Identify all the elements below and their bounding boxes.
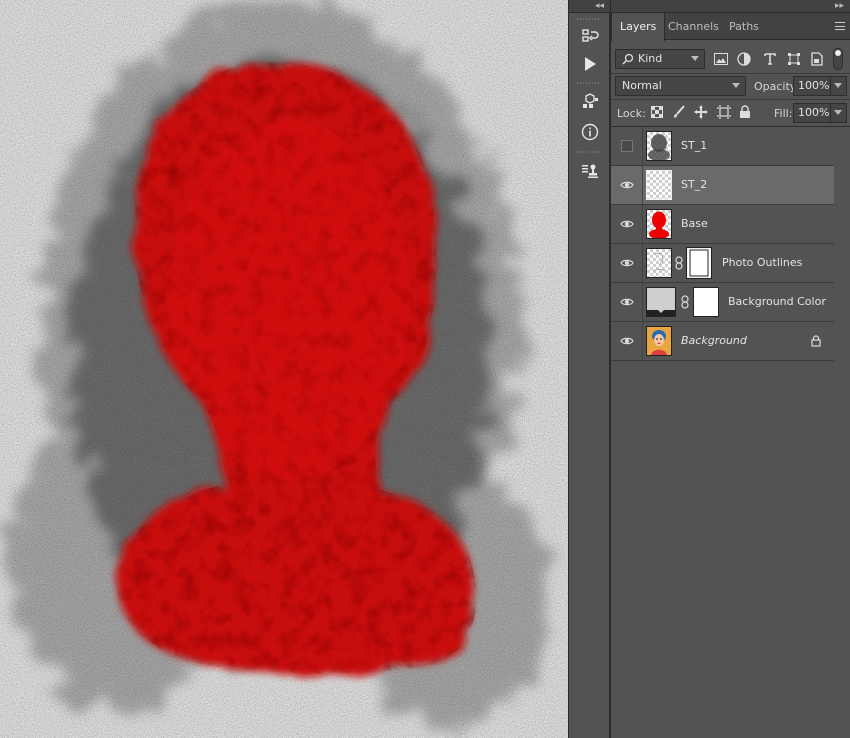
adjustment-filter-icon[interactable] [735,51,753,67]
dock-grip[interactable] [577,18,601,20]
layer-thumbnail [646,326,672,356]
link-icon[interactable] [681,295,689,309]
fill-label: Fill: [774,107,793,120]
shape-filter-icon[interactable] [785,51,803,67]
lock-transparent-icon[interactable] [648,104,666,120]
collapse-panel-button[interactable]: ▸▸ [611,0,850,13]
visibility-toggle[interactable] [611,322,643,360]
smart-object-filter-icon[interactable] [808,51,826,67]
blend-mode-dropdown[interactable]: Normal [615,76,746,96]
layer-thumbnail [646,248,672,278]
layer-thumbnail [646,131,672,161]
play-action-icon[interactable] [575,51,605,77]
layer-lock-icon [811,335,821,347]
history-icon[interactable] [575,24,605,50]
eye-icon [619,220,634,228]
separator [611,73,850,74]
eye-icon [619,259,634,267]
layer-name[interactable]: Base [681,205,708,243]
collapse-dock-button[interactable]: ◂◂ [569,0,610,13]
artwork-canvas-image [0,0,568,738]
eye-icon [619,181,634,189]
layer-row-st-2[interactable]: ST_2 [611,166,835,205]
visibility-toggle[interactable] [611,205,643,243]
3d-cube-icon[interactable] [575,89,605,115]
panel-tabs: Layers Channels Paths [611,13,850,41]
layer-row-photo-outlines[interactable]: Photo Outlines [611,244,835,283]
eye-icon [619,298,634,306]
layer-mask-thumbnail[interactable] [687,248,711,278]
layer-thumbnail [646,287,676,317]
layer-name[interactable]: Background [681,322,747,360]
visibility-toggle[interactable] [611,166,643,204]
layers-list: ST_1 ST_2 Base Photo Outlines Background… [611,127,835,361]
dock-grip-2[interactable] [577,82,601,84]
lock-all-icon[interactable] [736,104,754,120]
layers-scrollbar[interactable] [834,127,850,738]
filter-kind-dropdown[interactable]: Kind [615,49,705,69]
opacity-field[interactable]: 100% [793,76,847,96]
lock-artboard-icon[interactable] [715,104,733,120]
document-canvas[interactable] [0,0,568,738]
tab-channels[interactable]: Channels [660,13,727,40]
layer-row-base[interactable]: Base [611,205,835,244]
layer-name[interactable]: ST_2 [681,166,707,204]
layer-row-background[interactable]: Background [611,322,835,361]
layer-name[interactable]: ST_1 [681,127,707,165]
dock-grip-3[interactable] [577,151,601,153]
layers-panel: ▸▸ Layers Channels Paths Kind Normal Opa… [610,0,850,738]
visibility-toggle[interactable] [611,127,643,165]
info-icon[interactable] [575,119,605,145]
filter-toggle-icon[interactable] [833,48,843,70]
visibility-off-box [620,140,633,152]
tab-paths[interactable]: Paths [721,13,767,40]
layer-mask-thumbnail[interactable] [693,287,719,317]
type-filter-icon[interactable] [761,51,779,67]
lock-position-icon[interactable] [692,104,710,120]
panel-menu-icon[interactable] [835,22,845,30]
layer-thumbnail [646,170,672,200]
panel-dock-strip: ◂◂ [568,0,610,738]
stamp-icon[interactable] [575,158,605,184]
layer-name[interactable]: Background Color [728,283,826,321]
tab-layers[interactable]: Layers [611,13,666,41]
visibility-toggle[interactable] [611,283,643,321]
layer-name[interactable]: Photo Outlines [722,244,802,282]
layer-row-st-1[interactable]: ST_1 [611,127,835,166]
visibility-toggle[interactable] [611,244,643,282]
search-icon [622,53,634,65]
lock-label: Lock: [617,107,646,120]
link-icon[interactable] [675,256,683,270]
layer-row-background-color[interactable]: Background Color [611,283,835,322]
eye-icon [619,337,634,345]
lock-image-icon[interactable] [670,104,688,120]
separator-2 [611,99,850,100]
image-filter-icon[interactable] [712,51,730,67]
fill-field[interactable]: 100% [793,103,847,123]
layer-thumbnail [646,209,672,239]
